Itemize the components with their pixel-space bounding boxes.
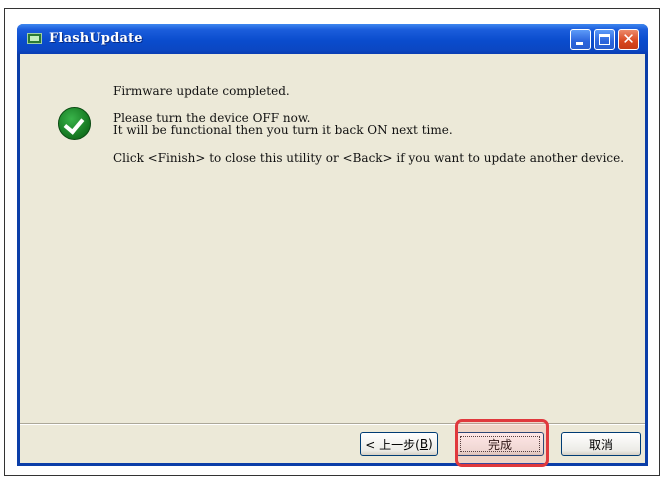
- cancel-button-label: 取消: [588, 437, 613, 452]
- maximize-icon: [599, 34, 610, 45]
- close-icon: ✕: [622, 30, 635, 48]
- minimize-icon: [576, 42, 583, 45]
- cancel-button[interactable]: 取消: [561, 432, 641, 456]
- app-icon: [27, 33, 42, 44]
- back-button-label-prefix: < 上一步(: [365, 437, 420, 452]
- button-separator: [20, 423, 645, 425]
- flashupdate-window: FlashUpdate ✕ Firmware update completed.…: [17, 24, 648, 466]
- back-button-accelerator: B: [419, 437, 429, 451]
- back-button[interactable]: < 上一步(B): [360, 432, 438, 456]
- finish-back-instruction: Click <Finish> to close this utility or …: [113, 151, 625, 165]
- maximize-button[interactable]: [594, 29, 615, 50]
- success-check-icon: [58, 107, 91, 140]
- close-button[interactable]: ✕: [618, 29, 639, 50]
- window-title: FlashUpdate: [49, 31, 143, 46]
- power-on-note: It will be functional then you turn it b…: [113, 123, 453, 137]
- back-button-label-suffix: ): [428, 437, 433, 451]
- finish-highlight-annotation: [455, 419, 549, 467]
- completed-message: Firmware update completed.: [113, 84, 290, 98]
- minimize-button[interactable]: [570, 29, 591, 50]
- title-bar[interactable]: FlashUpdate ✕: [17, 24, 648, 54]
